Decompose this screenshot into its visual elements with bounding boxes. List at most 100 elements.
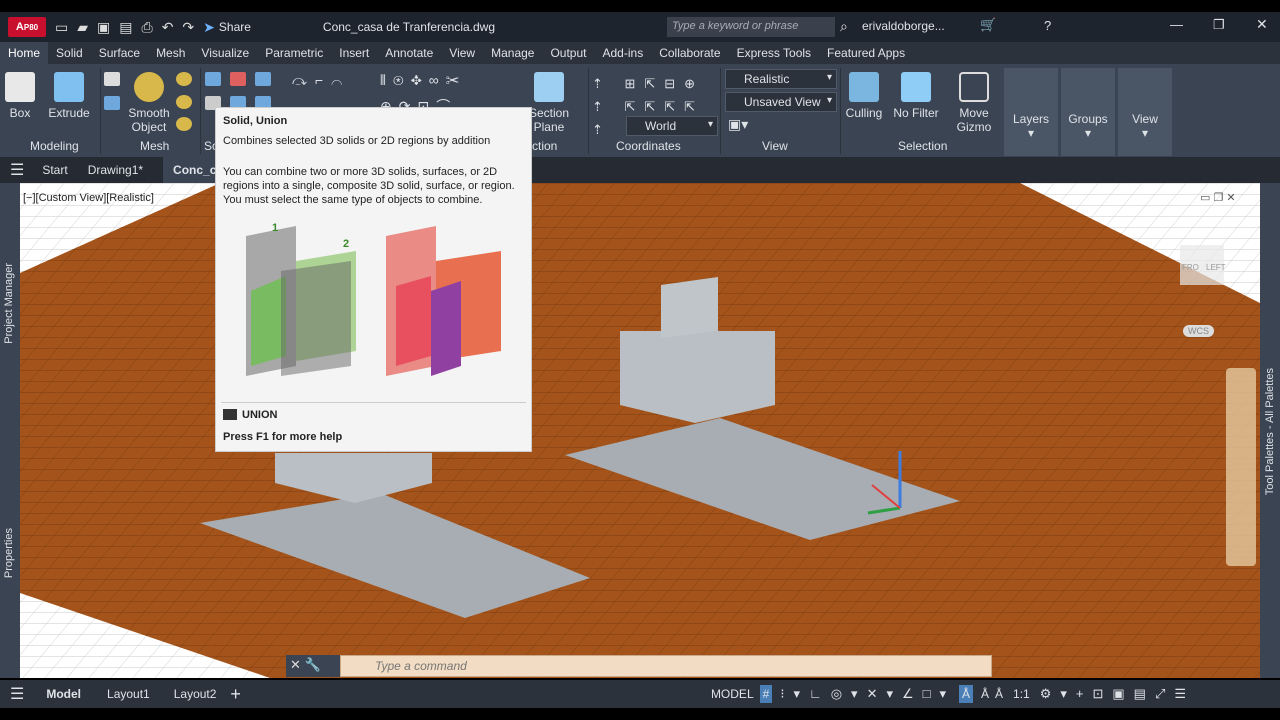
object-label: Object <box>131 120 167 134</box>
status-bar: ☰ Model Layout1 Layout2 + MODEL # ⁝▾∟◎▾✕… <box>0 680 1280 708</box>
undo-icon[interactable]: ↶ <box>162 19 174 36</box>
mesh-add-icon[interactable] <box>176 72 192 86</box>
panel-section[interactable]: ction <box>532 139 557 153</box>
layout-menu-icon[interactable]: ☰ <box>10 684 24 704</box>
save-icon[interactable]: ▣ <box>97 19 110 36</box>
cylinder-icon[interactable] <box>104 72 120 86</box>
product-tag: P80 <box>23 22 39 32</box>
close-command-icon[interactable]: ✕ <box>290 657 301 672</box>
search-icon[interactable]: ⌕ <box>840 18 848 35</box>
print-icon[interactable]: ⎙ <box>141 19 152 36</box>
grid-icon[interactable]: # <box>759 685 773 703</box>
share-button[interactable]: Share <box>219 20 251 34</box>
visual-style-value: Realistic <box>744 72 790 86</box>
polysolid-icon[interactable] <box>104 96 120 110</box>
viewport-window-controls[interactable]: ▭ ❐ ✕ <box>1200 191 1236 204</box>
tab-annotate[interactable]: Annotate <box>377 46 441 60</box>
subtract-icon[interactable] <box>230 72 246 86</box>
panel-mesh[interactable]: Mesh <box>140 139 169 153</box>
mesh-remove-icon[interactable] <box>176 95 192 109</box>
tab-visualize[interactable]: Visualize <box>193 46 257 60</box>
new-icon[interactable]: ▭ <box>55 19 68 36</box>
close-icon[interactable]: ✕ <box>1256 16 1268 33</box>
command-input[interactable]: Type a command <box>340 655 992 677</box>
project-manager-palette[interactable]: Project Manager <box>3 263 15 344</box>
share-icon[interactable]: ➤ <box>203 19 215 36</box>
groups-button[interactable]: Groups ▾ <box>1061 68 1115 156</box>
search-input[interactable]: Type a keyword or phrase <box>667 17 835 37</box>
smooth-object-button[interactable]: Smooth Object <box>126 72 172 134</box>
saveas-icon[interactable]: ▤ <box>119 19 132 36</box>
viewport-controls[interactable]: [−][Custom View][Realistic] <box>23 192 154 204</box>
customize-icon[interactable]: 🔧 <box>305 657 321 672</box>
tab-view[interactable]: View <box>441 46 483 60</box>
panel-selection[interactable]: Selection <box>898 139 947 153</box>
culling-label: Culling <box>845 106 883 120</box>
intersect-icon[interactable] <box>255 72 271 86</box>
panel-modeling[interactable]: Modeling <box>30 139 79 153</box>
tab-model[interactable]: Model <box>46 687 81 701</box>
move-gizmo-button[interactable]: Move Gizmo <box>952 72 996 134</box>
tool-palettes[interactable]: Tool Palettes - All Palettes <box>1264 368 1276 495</box>
workspace-tools-icons[interactable]: ⚙▾+⊡▣▤⤢☰ <box>1040 686 1195 702</box>
modify-tools-icons[interactable]: ⫴⊛✥∞✂ <box>380 72 466 89</box>
add-layout-icon[interactable]: + <box>230 684 241 705</box>
minimize-icon[interactable]: — <box>1170 17 1183 32</box>
drafting-tools-icons[interactable]: ⁝▾∟◎▾✕▾∠□▾ <box>780 686 955 702</box>
culling-button[interactable]: Culling <box>844 72 884 120</box>
tab-home[interactable]: Home <box>0 42 49 64</box>
section-plane-button[interactable]: Section Plane <box>528 72 570 134</box>
named-view-dropdown[interactable]: Unsaved View <box>725 92 837 112</box>
draw-tools-icons[interactable]: ⤼⌐⌒ <box>292 72 350 89</box>
tab-solid[interactable]: Solid <box>48 46 91 60</box>
navigation-bar[interactable] <box>1226 368 1256 566</box>
cart-icon[interactable]: 🛒 <box>980 17 996 33</box>
drawing-viewport[interactable]: [−][Custom View][Realistic] WCS LEFT FRO… <box>20 183 1260 678</box>
panel-coordinates[interactable]: Coordinates <box>616 139 681 153</box>
open-icon[interactable]: ▰ <box>77 19 88 36</box>
tab-insert[interactable]: Insert <box>331 46 377 60</box>
file-title: Conc_casa de Tranferencia.dwg <box>322 20 496 34</box>
tab-layout1[interactable]: Layout1 <box>107 687 150 701</box>
label-object-2: 2 <box>343 238 350 250</box>
viewcube-front[interactable]: FRO <box>1182 263 1199 272</box>
annotation-visibility-icon[interactable]: Å <box>959 685 974 703</box>
tab-express-tools[interactable]: Express Tools <box>729 46 819 60</box>
panel-view[interactable]: View <box>762 139 788 153</box>
tab-manage[interactable]: Manage <box>483 46 542 60</box>
app-menu-icon[interactable]: ☰ <box>10 160 24 180</box>
tab-mesh[interactable]: Mesh <box>148 46 193 60</box>
tab-addins[interactable]: Add-ins <box>595 46 652 60</box>
annotation-icons[interactable]: ÅÅ <box>981 687 1009 701</box>
properties-palette[interactable]: Properties <box>3 528 15 578</box>
annotation-scale[interactable]: 1:1 <box>1013 687 1030 701</box>
model-space-toggle[interactable]: MODEL <box>711 687 754 701</box>
tab-start[interactable]: Start <box>42 163 67 177</box>
mesh-crease-icon[interactable] <box>176 117 192 131</box>
redo-icon[interactable]: ↷ <box>182 19 194 36</box>
command-line-tools[interactable]: ✕ 🔧 <box>286 655 340 677</box>
ucs-dropdown[interactable]: World <box>626 116 718 136</box>
tab-parametric[interactable]: Parametric <box>257 46 331 60</box>
no-filter-button[interactable]: No Filter <box>892 72 940 120</box>
tab-surface[interactable]: Surface <box>91 46 148 60</box>
tab-collaborate[interactable]: Collaborate <box>651 46 728 60</box>
tab-layout2[interactable]: Layout2 <box>174 687 217 701</box>
tab-drawing1[interactable]: Drawing1* <box>88 163 143 177</box>
viewport-config-icon[interactable]: ▣▾ <box>728 116 748 133</box>
block-right <box>620 331 775 423</box>
extrude-button[interactable]: Extrude <box>46 72 92 120</box>
user-account[interactable]: erivaldoborge... <box>862 19 945 33</box>
tab-output[interactable]: Output <box>542 46 594 60</box>
viewcube-left[interactable]: LEFT <box>1206 263 1226 272</box>
union-icon[interactable] <box>205 72 221 86</box>
visual-style-dropdown[interactable]: Realistic <box>725 69 837 89</box>
wcs-menu[interactable]: WCS <box>1183 325 1214 337</box>
help-icon[interactable]: ? <box>1044 18 1051 33</box>
layers-button[interactable]: Layers ▾ <box>1004 68 1058 156</box>
tab-featured-apps[interactable]: Featured Apps <box>819 46 913 60</box>
view-button[interactable]: View ▾ <box>1118 68 1172 156</box>
autocad-logo[interactable]: A P80 <box>8 17 46 37</box>
restore-icon[interactable]: ❐ <box>1213 17 1225 33</box>
box-button[interactable]: Box <box>4 72 36 120</box>
